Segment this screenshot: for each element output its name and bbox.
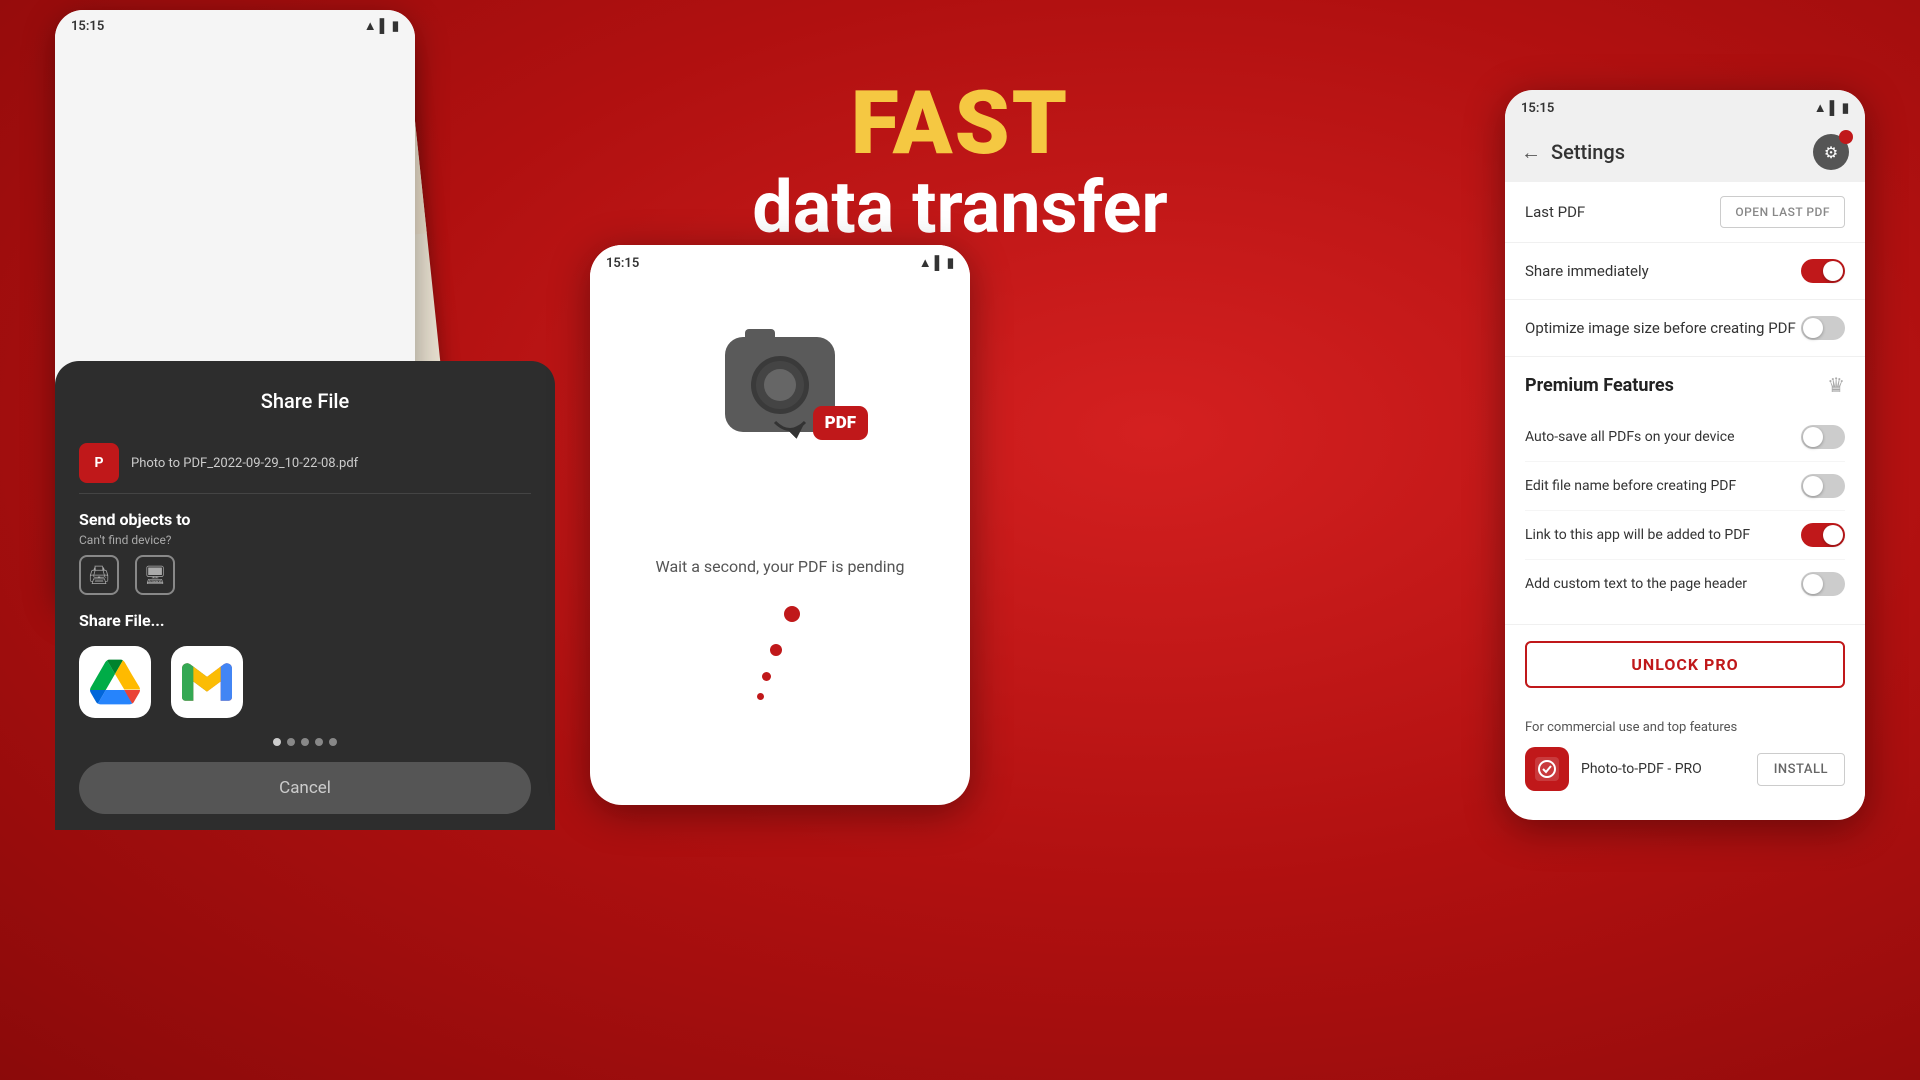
file-name: Photo to PDF_2022-09-29_10-22-08.pdf: [131, 456, 358, 471]
dot-1: [273, 738, 281, 746]
loading-dot-4: [757, 693, 764, 700]
settings-wifi-icon: ▲: [1814, 100, 1827, 116]
loading-dot-3: [762, 672, 771, 681]
link-to-app-toggle[interactable]: [1801, 523, 1845, 547]
settings-status-bar: 15:15 ▲ ▌ ▮: [1505, 90, 1865, 122]
last-pdf-label: Last PDF: [1525, 203, 1585, 221]
crown-icon: ♛: [1827, 373, 1845, 397]
send-icons: 🖨 🖥: [79, 555, 531, 595]
commercial-label: For commercial use and top features: [1525, 720, 1845, 735]
share-dialog: Share File P Photo to PDF_2022-09-29_10-…: [55, 361, 555, 830]
arrow-icon: [770, 402, 810, 442]
back-arrow-icon[interactable]: ←: [1521, 140, 1541, 165]
send-objects-title: Send objects to: [79, 510, 531, 529]
share-immediately-row: Share immediately: [1505, 243, 1865, 300]
edit-filename-toggle[interactable]: [1801, 474, 1845, 498]
custom-text-toggle[interactable]: [1801, 572, 1845, 596]
loading-dot-2: [770, 644, 782, 656]
app-icons-row: [79, 646, 531, 718]
center-phone-content: PDF Wait a second, your PDF is pending: [590, 277, 970, 736]
settings-status-time: 15:15: [1521, 101, 1554, 116]
install-button[interactable]: INSTALL: [1757, 753, 1845, 786]
settings-header: ← Settings ⚙: [1505, 122, 1865, 182]
loading-animation: [772, 616, 788, 696]
center-phone-status: 15:15 ▲ ▌ ▮: [590, 245, 970, 277]
optimize-image-toggle[interactable]: [1801, 316, 1845, 340]
center-status-icons: ▲ ▌ ▮: [919, 255, 954, 271]
premium-title: Premium Features: [1525, 375, 1674, 396]
open-last-pdf-button[interactable]: OPEN LAST PDF: [1720, 196, 1845, 228]
phone-status-bar: 15:15 ▲ ▌ ▮: [55, 10, 415, 38]
center-phone: 15:15 ▲ ▌ ▮: [590, 245, 970, 825]
send-objects-section: Send objects to Can't find device? 🖨 🖥: [79, 510, 531, 595]
dot-4: [315, 738, 323, 746]
pending-text: Wait a second, your PDF is pending: [656, 557, 905, 576]
settings-header-left: ← Settings: [1521, 140, 1625, 165]
center-phone-frame: 15:15 ▲ ▌ ▮: [590, 245, 970, 805]
pro-app-icon: [1525, 747, 1569, 791]
wifi-icon: ▲: [364, 18, 377, 34]
share-immediately-toggle[interactable]: [1801, 259, 1845, 283]
edit-filename-label: Edit file name before creating PDF: [1525, 478, 1801, 494]
settings-title: Settings: [1551, 140, 1625, 164]
settings-status-icons: ▲ ▌ ▮: [1814, 100, 1849, 116]
link-to-app-label: Link to this app will be added to PDF: [1525, 527, 1801, 543]
dot-5: [329, 738, 337, 746]
share-immediately-label: Share immediately: [1525, 262, 1649, 280]
last-pdf-row: Last PDF OPEN LAST PDF: [1505, 182, 1865, 243]
center-status-time: 15:15: [606, 256, 639, 271]
google-drive-icon[interactable]: [79, 646, 151, 718]
pdf-icon: P: [79, 443, 119, 483]
optimize-image-row: Optimize image size before creating PDF: [1505, 300, 1865, 357]
optimize-toggle-thumb: [1803, 318, 1823, 338]
center-wifi-icon: ▲: [919, 255, 932, 271]
pagination-dots: [79, 738, 531, 746]
edit-filename-row: Edit file name before creating PDF: [1525, 462, 1845, 511]
dot-2: [287, 738, 295, 746]
gmail-icon[interactable]: [171, 646, 243, 718]
center-battery-icon: ▮: [947, 256, 954, 271]
commercial-section: For commercial use and top features Phot…: [1505, 704, 1865, 807]
premium-header: Premium Features ♛: [1525, 373, 1845, 397]
cancel-button[interactable]: Cancel: [79, 762, 531, 814]
settings-battery-icon: ▮: [1842, 101, 1849, 116]
auto-save-label: Auto-save all PDFs on your device: [1525, 429, 1801, 445]
fast-label: FAST: [752, 80, 1167, 168]
toggle-thumb: [1823, 261, 1843, 281]
gear-badge: [1839, 130, 1853, 144]
battery-icon: ▮: [392, 19, 399, 34]
settings-frame: 15:15 ▲ ▌ ▮ ← Settings ⚙ Last PDF OPEN L…: [1505, 90, 1865, 820]
dot-3: [301, 738, 309, 746]
settings-gear-icon[interactable]: ⚙: [1813, 134, 1849, 170]
custom-text-label: Add custom text to the page header: [1525, 576, 1801, 592]
share-file-item: P Photo to PDF_2022-09-29_10-22-08.pdf: [79, 433, 531, 494]
settings-content: Last PDF OPEN LAST PDF Share immediately…: [1505, 182, 1865, 807]
right-phone: 15:15 ▲ ▌ ▮ ← Settings ⚙ Last PDF OPEN L…: [1505, 90, 1865, 820]
pdf-scanner-logo: PDF: [710, 337, 850, 467]
cant-find-label: Can't find device?: [79, 533, 531, 547]
pro-app-name: Photo-to-PDF - PRO: [1581, 761, 1745, 777]
settings-signal-icon: ▌: [1830, 100, 1839, 116]
auto-save-toggle[interactable]: [1801, 425, 1845, 449]
unlock-pro-button[interactable]: UNLOCK PRO: [1525, 641, 1845, 688]
share-file-label: Share File...: [79, 611, 531, 630]
pro-app-row: Photo-to-PDF - PRO INSTALL: [1525, 747, 1845, 791]
subtitle-label: data transfer: [752, 168, 1167, 247]
monitor-icon[interactable]: 🖥: [135, 555, 175, 595]
auto-save-row: Auto-save all PDFs on your device: [1525, 413, 1845, 462]
hero-text: FAST data transfer: [752, 80, 1167, 247]
share-dialog-title: Share File: [79, 389, 531, 413]
loading-dot-1: [784, 606, 800, 622]
custom-text-row: Add custom text to the page header: [1525, 560, 1845, 608]
optimize-image-label: Optimize image size before creating PDF: [1525, 319, 1796, 337]
signal-icon: ▌: [380, 18, 389, 34]
pdf-badge: PDF: [813, 406, 868, 440]
center-signal-icon: ▌: [935, 255, 944, 271]
link-to-app-row: Link to this app will be added to PDF: [1525, 511, 1845, 560]
premium-section: Premium Features ♛ Auto-save all PDFs on…: [1505, 357, 1865, 625]
printer-icon[interactable]: 🖨: [79, 555, 119, 595]
status-time: 15:15: [71, 19, 104, 34]
left-phone: ☰ Dear Mr. Valencia Lorem ipsum dolor si…: [55, 10, 475, 830]
status-icons: ▲ ▌ ▮: [364, 18, 399, 34]
